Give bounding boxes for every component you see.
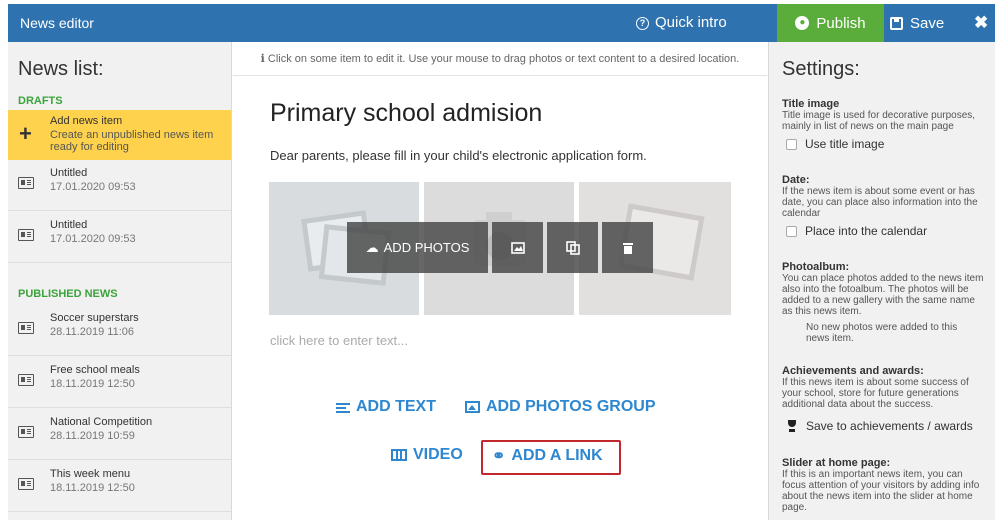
list-item[interactable]: Untitled 17.01.2020 09:53 [8, 160, 231, 211]
list-item-title: National Competition [50, 416, 153, 428]
text-placeholder[interactable]: click here to enter text... [270, 333, 408, 348]
achievements-section: Achievements and awards: If this news it… [782, 365, 987, 410]
close-icon[interactable]: ✖ [974, 4, 988, 42]
cloud-upload-icon: ☁ [365, 239, 379, 255]
film-icon [391, 449, 407, 461]
publish-label: Publish [816, 14, 866, 32]
no-photos-note: No new photos were added to this news it… [806, 322, 958, 344]
save-button[interactable]: Save [890, 4, 944, 42]
photo-gallery[interactable]: ☁ ADD PHOTOS [269, 182, 731, 315]
section-desc: Title image is used for decorative purpo… [782, 110, 976, 132]
list-item-title: Soccer superstars [50, 312, 139, 324]
add-photos-button[interactable]: ☁ ADD PHOTOS [347, 222, 488, 273]
quick-intro-button[interactable]: ? Quick intro [636, 4, 727, 42]
list-item-title: Free school meals [50, 364, 140, 376]
newspaper-icon [18, 229, 34, 241]
settings-panel: Settings: Title image Title image is use… [768, 42, 995, 520]
slider-section: Slider at home page: If this is an impor… [782, 457, 987, 513]
newspaper-icon [18, 322, 34, 334]
save-label: Save [910, 14, 945, 32]
newspaper-icon [18, 177, 34, 189]
photoalbum-section: Photoalbum: You can place photos added t… [782, 261, 987, 317]
publish-button[interactable]: ● Publish [777, 4, 884, 42]
checkbox-label: Use title image [805, 137, 885, 151]
section-heading: Achievements and awards: [782, 365, 924, 377]
list-item-date: 17.01.2020 09:53 [50, 233, 136, 245]
article-text[interactable]: Dear parents, please fill in your child'… [270, 148, 647, 163]
section-heading: Slider at home page: [782, 457, 891, 469]
list-item-date: 28.11.2019 10:59 [50, 430, 135, 442]
link-icon: ⚭ [492, 448, 506, 465]
section-heading: Date: [782, 174, 810, 186]
list-item-title: This week menu [50, 468, 131, 480]
copy-icon[interactable] [547, 222, 598, 273]
image-icon[interactable] [492, 222, 543, 273]
list-item[interactable]: National Competition 28.11.2019 10:59 [8, 409, 231, 460]
globe-icon: ● [795, 16, 810, 30]
date-section: Date: If the news item is about some eve… [782, 174, 987, 219]
add-text-button[interactable]: ADD TEXT [336, 398, 436, 416]
newspaper-icon [18, 478, 34, 490]
settings-title: Settings: [782, 58, 860, 80]
add-link-button[interactable]: ⚭ ADD A LINK [492, 446, 603, 466]
section-desc: If the news item is about some event or … [782, 186, 978, 219]
newspaper-icon [18, 426, 34, 438]
question-icon: ? [636, 16, 649, 30]
checkbox-box [786, 138, 797, 150]
header-title: News editor [20, 15, 94, 31]
drafts-label: DRAFTS [18, 95, 63, 107]
quick-intro-label: Quick intro [655, 14, 727, 31]
add-news-item-title: Add news item [50, 115, 123, 127]
editor-hint: ℹ Click on some item to edit it. Use you… [233, 52, 767, 65]
gallery-toolbar: ☁ ADD PHOTOS [347, 222, 653, 273]
list-item-title: Untitled [50, 167, 88, 179]
trophy-icon [786, 420, 798, 432]
place-into-calendar-checkbox[interactable]: Place into the calendar [786, 224, 927, 238]
editor-hint-text: Click on some item to edit it. Use your … [267, 53, 740, 65]
newspaper-icon [18, 374, 34, 386]
news-list-title: News list: [18, 58, 104, 80]
info-icon: ℹ [260, 53, 265, 65]
floppy-icon [890, 16, 903, 30]
list-item[interactable]: Soccer superstars 28.11.2019 11:06 [8, 305, 231, 356]
save-to-achievements-label: Save to achievements / awards [806, 419, 973, 433]
add-photos-label: ADD PHOTOS [383, 240, 470, 255]
save-to-achievements-button[interactable]: Save to achievements / awards [786, 419, 973, 433]
divider [233, 75, 767, 76]
add-photos-group-label: ADD PHOTOS GROUP [486, 398, 656, 415]
list-item-date: 18.11.2019 12:50 [50, 378, 135, 390]
add-news-item-desc: Create an unpublished news item ready fo… [50, 129, 214, 153]
picture-icon [465, 401, 480, 413]
checkbox-box [786, 225, 797, 237]
list-item-date: 28.11.2019 11:06 [50, 326, 135, 338]
use-title-image-checkbox[interactable]: Use title image [786, 137, 884, 151]
add-link-label: ADD A LINK [511, 447, 603, 464]
list-item[interactable]: This week menu 18.11.2019 12:50 [8, 461, 231, 512]
published-news-label: PUBLISHED NEWS [18, 288, 118, 300]
add-text-label: ADD TEXT [356, 398, 436, 415]
section-heading: Title image [782, 98, 840, 110]
plus-icon: + [19, 121, 32, 146]
article-title[interactable]: Primary school admision [270, 99, 542, 128]
video-label: VIDEO [413, 446, 463, 463]
add-video-button[interactable]: VIDEO [391, 446, 463, 464]
list-item-date: 17.01.2020 09:53 [50, 181, 136, 193]
title-image-section: Title image Title image is used for deco… [782, 98, 987, 132]
section-desc: If this is an important news item, you c… [782, 469, 980, 513]
section-desc: You can place photos added to the news i… [782, 273, 984, 317]
section-desc: If this news item is about some success … [782, 377, 969, 410]
trash-icon[interactable] [602, 222, 653, 273]
text-lines-icon [336, 402, 350, 413]
editor-canvas: ℹ Click on some item to edit it. Use you… [233, 42, 767, 520]
list-item[interactable]: Free school meals 18.11.2019 12:50 [8, 357, 231, 408]
news-list-panel: News list: DRAFTS + Add news item Create… [8, 42, 232, 520]
add-photos-group-button[interactable]: ADD PHOTOS GROUP [465, 398, 656, 416]
list-item-title: Untitled [50, 219, 88, 231]
section-heading: Photoalbum: [782, 261, 850, 273]
list-item[interactable]: Untitled 17.01.2020 09:53 [8, 212, 231, 263]
checkbox-label: Place into the calendar [805, 224, 928, 238]
add-news-item-button[interactable]: + Add news item Create an unpublished ne… [8, 110, 231, 160]
list-item-date: 18.11.2019 12:50 [50, 482, 135, 494]
editor-header: News editor ? Quick intro ● Publish Save… [8, 4, 995, 42]
